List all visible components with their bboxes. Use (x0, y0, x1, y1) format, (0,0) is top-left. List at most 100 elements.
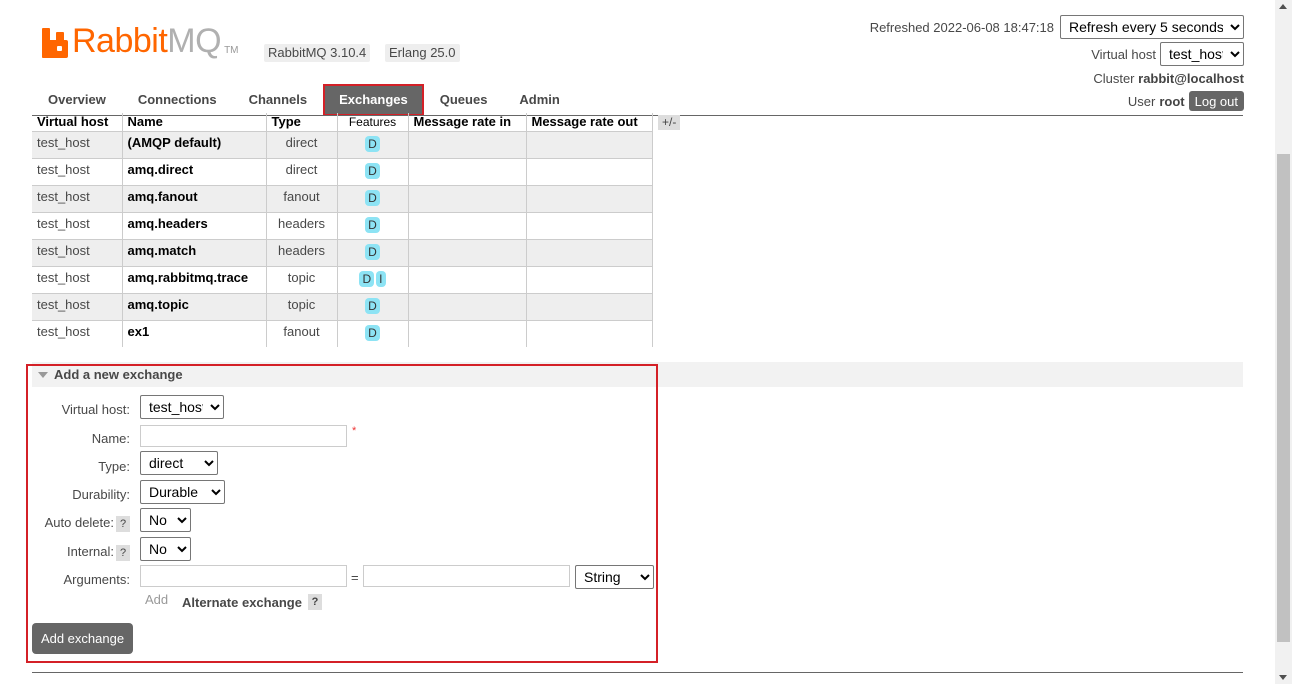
vertical-scrollbar[interactable] (1275, 0, 1292, 684)
row-type: topic (266, 292, 338, 320)
row-features: D (337, 130, 409, 158)
alternate-exchange-shortcut[interactable]: Alternate exchange ? (182, 594, 322, 610)
row-vhost: test_host (32, 184, 123, 212)
table-row[interactable]: test_host amq.direct direct D (32, 157, 653, 185)
table-row[interactable]: test_host amq.headers headers D (32, 211, 653, 239)
rabbitmq-logo[interactable]: Rabbit MQ TM (42, 24, 239, 58)
row-rate-out (526, 211, 653, 239)
row-features: D (337, 292, 409, 320)
form-label-arguments: Arguments: (63, 572, 130, 587)
row-exchange-name[interactable]: amq.rabbitmq.trace (122, 265, 267, 293)
argument-key-input[interactable] (140, 565, 347, 587)
row-rate-in (408, 292, 527, 320)
row-exchange-name[interactable]: (AMQP default) (122, 130, 267, 158)
alternate-exchange-label: Alternate exchange (182, 594, 302, 610)
tab-channels[interactable]: Channels (233, 84, 324, 116)
user-info: User root Log out (1128, 91, 1244, 111)
refresh-interval-select[interactable]: Refresh every 5 seconds (1060, 15, 1244, 39)
row-rate-out (526, 184, 653, 212)
add-exchange-button[interactable]: Add exchange (32, 623, 133, 654)
refreshed-timestamp: Refreshed 2022-06-08 18:47:18 (869, 19, 1054, 35)
erlang-version-badge: Erlang 25.0 (385, 44, 460, 62)
rabbitmq-logo-icon (42, 28, 68, 58)
row-rate-in (408, 319, 527, 347)
row-rate-out (526, 238, 653, 266)
alternate-exchange-help-icon[interactable]: ? (307, 594, 322, 610)
table-row[interactable]: test_host ex1 fanout D (32, 319, 653, 347)
row-rate-out (526, 265, 653, 293)
row-features: D (337, 157, 409, 185)
form-auto-delete-select[interactable]: No (140, 508, 191, 532)
auto-delete-label-text: Auto delete: (44, 515, 114, 530)
exchanges-table: Virtual host Name Type Features Message … (32, 113, 653, 347)
row-type: direct (266, 130, 338, 158)
row-exchange-name[interactable]: amq.topic (122, 292, 267, 320)
form-label-internal: Internal:? (30, 544, 130, 561)
col-header-name[interactable]: Name (122, 113, 267, 131)
logout-button[interactable]: Log out (1188, 91, 1244, 111)
row-exchange-name[interactable]: amq.fanout (122, 184, 267, 212)
table-row[interactable]: test_host amq.topic topic D (32, 292, 653, 320)
feature-internal-badge: I (376, 270, 386, 287)
row-rate-out (526, 292, 653, 320)
cluster-name: rabbit@localhost (1138, 71, 1244, 86)
row-rate-in (408, 157, 527, 185)
row-vhost: test_host (32, 292, 123, 320)
row-rate-in (408, 211, 527, 239)
row-type: headers (266, 211, 338, 239)
form-internal-select[interactable]: No (140, 537, 191, 561)
row-rate-in (408, 265, 527, 293)
user-label: User (1127, 93, 1156, 109)
row-exchange-name[interactable]: amq.match (122, 238, 267, 266)
form-durability-select[interactable]: Durable (140, 480, 225, 504)
row-vhost: test_host (32, 130, 123, 158)
form-name-input[interactable] (140, 425, 347, 447)
form-type-select[interactable]: direct (140, 451, 218, 475)
col-header-features[interactable]: Features (337, 113, 409, 131)
row-vhost: test_host (32, 319, 123, 347)
tab-admin[interactable]: Admin (503, 84, 575, 116)
scroll-up-arrow-icon[interactable] (1279, 4, 1287, 9)
table-row[interactable]: test_host (AMQP default) direct D (32, 130, 653, 158)
feature-durable-badge: D (365, 243, 380, 260)
tab-connections[interactable]: Connections (122, 84, 233, 116)
row-rate-out (526, 157, 653, 185)
tab-overview[interactable]: Overview (32, 84, 122, 116)
row-type: fanout (266, 184, 338, 212)
add-argument-link[interactable]: Add (145, 592, 168, 607)
table-row[interactable]: test_host amq.fanout fanout D (32, 184, 653, 212)
table-row[interactable]: test_host amq.rabbitmq.trace topic DI (32, 265, 653, 293)
form-virtual-host-select[interactable]: test_host (140, 395, 224, 419)
row-vhost: test_host (32, 265, 123, 293)
col-header-virtual-host[interactable]: Virtual host (32, 113, 123, 131)
scroll-down-arrow-icon[interactable] (1279, 675, 1287, 680)
row-features: DI (337, 265, 409, 293)
feature-durable-badge: D (365, 324, 380, 341)
tab-queues[interactable]: Queues (424, 84, 504, 116)
row-exchange-name[interactable]: amq.direct (122, 157, 267, 185)
virtual-host-select[interactable]: test_host (1160, 42, 1244, 66)
col-header-type[interactable]: Type (266, 113, 338, 131)
row-vhost: test_host (32, 157, 123, 185)
row-exchange-name[interactable]: ex1 (122, 319, 267, 347)
row-type: topic (266, 265, 338, 293)
internal-help-icon[interactable]: ? (116, 545, 130, 561)
row-features: D (337, 238, 409, 266)
toggle-columns-button[interactable]: +/- (658, 115, 681, 130)
row-vhost: test_host (32, 238, 123, 266)
cluster-label: Cluster (1093, 71, 1135, 86)
table-row[interactable]: test_host amq.match headers D (32, 238, 653, 266)
row-exchange-name[interactable]: amq.headers (122, 211, 267, 239)
form-label-auto-delete: Auto delete:? (30, 515, 130, 532)
table-header-row: Virtual host Name Type Features Message … (32, 113, 653, 131)
scrollbar-thumb[interactable] (1277, 154, 1290, 642)
tab-exchanges[interactable]: Exchanges (323, 84, 424, 116)
auto-delete-help-icon[interactable]: ? (116, 516, 130, 532)
col-header-message-rate-in[interactable]: Message rate in (408, 113, 527, 131)
row-type: fanout (266, 319, 338, 347)
logo-trademark: TM (224, 45, 239, 56)
col-header-message-rate-out[interactable]: Message rate out (526, 113, 653, 131)
form-label-type: Type: (98, 459, 130, 474)
argument-type-select[interactable]: String (575, 565, 654, 589)
argument-value-input[interactable] (363, 565, 570, 587)
